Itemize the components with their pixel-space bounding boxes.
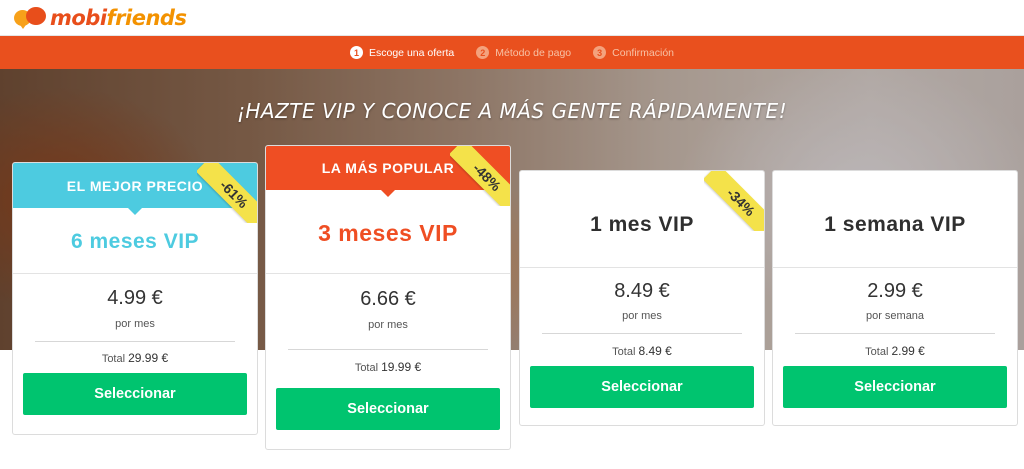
total-amount: 8.49 € — [638, 344, 672, 358]
divider — [520, 267, 764, 268]
divider — [35, 341, 235, 342]
price-period: por mes — [115, 318, 155, 330]
checkout-steps: 1 Escoge una oferta 2 Método de pago 3 C… — [0, 36, 1024, 69]
select-plan-button[interactable]: Seleccionar — [530, 366, 754, 408]
plan-total: Total 8.49 € — [612, 344, 672, 358]
ribbon-pointer — [381, 190, 395, 197]
plan-total: Total 29.99 € — [101, 351, 169, 365]
plan-card-3-months: LA MÁS POPULAR -48% 3 meses VIP 6.66 € p… — [265, 145, 511, 450]
plan-title: 1 mes VIP — [590, 213, 694, 236]
chat-bubbles-icon — [14, 6, 48, 30]
plan-title: 3 meses VIP — [318, 220, 458, 246]
divider — [266, 273, 510, 274]
mobifriends-logo[interactable]: mobifriends — [14, 5, 187, 31]
plan-card-1-month: -34% 1 mes VIP 8.49 € por mes Total 8.49… — [519, 170, 765, 426]
step-confirmation: 3 Confirmación — [593, 46, 674, 59]
hero-headline: ¡HAZTE VIP Y CONOCE A MÁS GENTE RÁPIDAME… — [236, 99, 788, 123]
step-label: Confirmación — [612, 46, 674, 59]
select-plan-button[interactable]: Seleccionar — [23, 373, 247, 415]
plan-price: 8.49 € — [614, 280, 670, 302]
plan-total: Total 19.99 € — [354, 360, 422, 374]
plan-price: 6.66 € — [360, 288, 416, 310]
step-number-badge: 1 — [350, 46, 363, 59]
plan-card-1-week: 1 semana VIP 2.99 € por semana Total 2.9… — [772, 170, 1018, 426]
select-plan-button[interactable]: Seleccionar — [783, 366, 1007, 408]
plan-title: 1 semana VIP — [824, 213, 966, 236]
plan-price: 4.99 € — [107, 287, 163, 309]
discount-banner: -48% — [450, 146, 510, 206]
brand-name: mobifriends — [50, 6, 187, 30]
divider — [773, 267, 1017, 268]
step-number-badge: 3 — [593, 46, 607, 59]
top-header: mobifriends — [0, 0, 1024, 36]
step-label: Método de pago — [495, 46, 572, 59]
price-period: por semana — [865, 310, 925, 322]
discount-banner: -61% — [197, 163, 257, 223]
divider — [13, 273, 257, 274]
plan-total: Total 2.99 € — [865, 344, 925, 358]
plan-price: 2.99 € — [867, 280, 923, 302]
total-amount: 29.99 € — [128, 351, 169, 365]
ribbon-pointer — [128, 208, 142, 215]
total-amount: 19.99 € — [381, 360, 422, 374]
select-plan-button[interactable]: Seleccionar — [276, 388, 500, 430]
step-label: Escoge una oferta — [369, 46, 455, 59]
price-period: por mes — [622, 310, 662, 322]
divider — [542, 333, 742, 334]
plan-title: 6 meses VIP — [70, 230, 200, 253]
step-payment-method: 2 Método de pago — [476, 46, 571, 59]
plan-card-6-months: EL MEJOR PRECIO -61% 6 meses VIP 4.99 € … — [12, 162, 258, 435]
step-number-badge: 2 — [476, 46, 490, 59]
price-period: por mes — [368, 319, 408, 331]
divider — [288, 349, 488, 350]
total-amount: 2.99 € — [891, 344, 925, 358]
step-choose-offer: 1 Escoge una oferta — [350, 46, 454, 59]
divider — [795, 333, 995, 334]
discount-label: -48% — [450, 146, 510, 206]
discount-label: -61% — [197, 163, 257, 223]
